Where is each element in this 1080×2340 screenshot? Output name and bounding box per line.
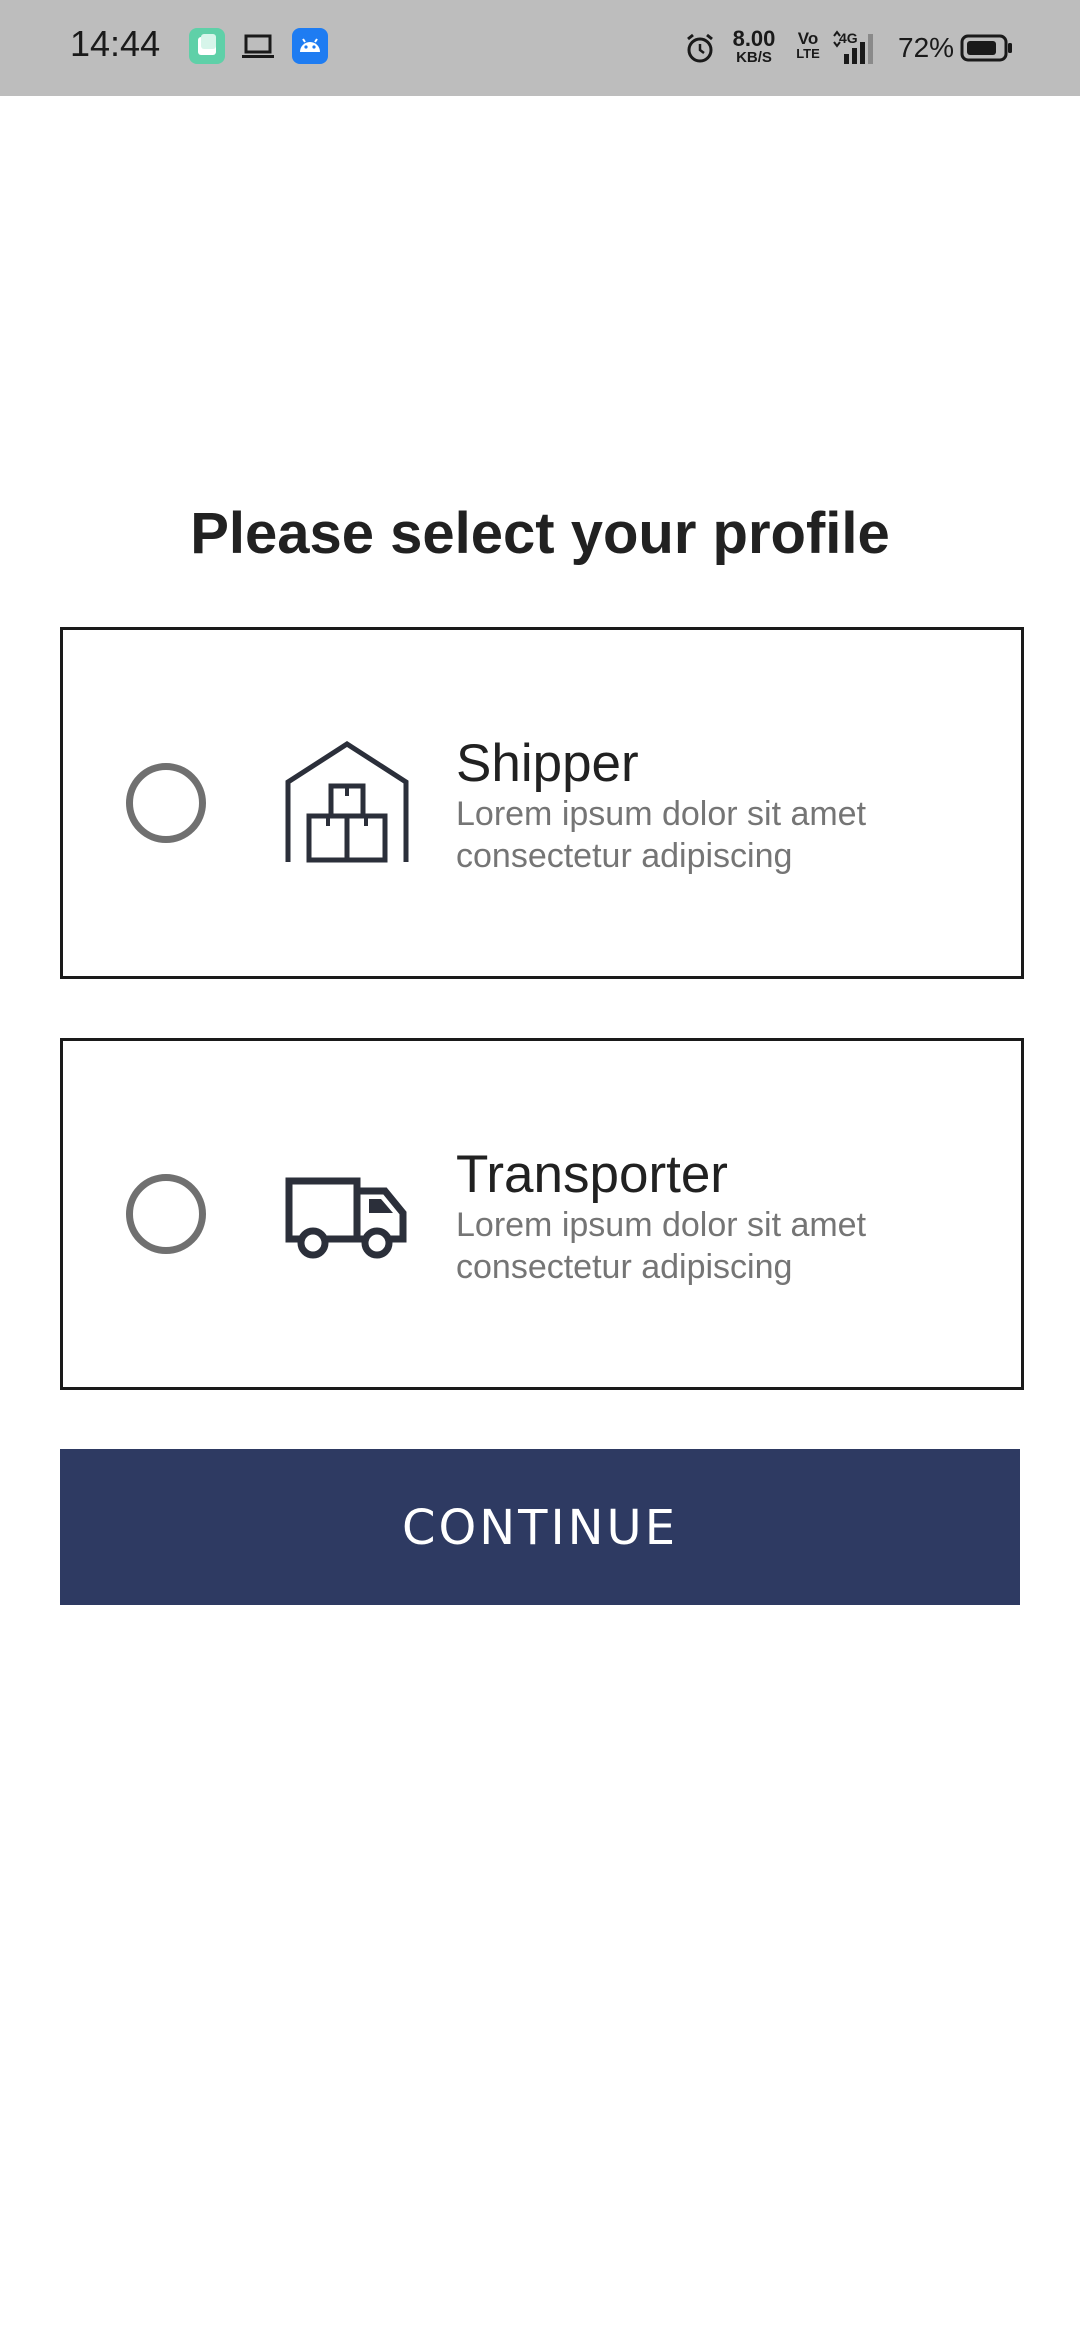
transporter-description: Lorem ipsum dolor sit amet consectetur a… [456,1206,867,1286]
shipper-title: Shipper [456,734,639,793]
shipper-radio-button[interactable] [126,763,206,843]
shipper-description: Lorem ipsum dolor sit amet consectetur a… [456,795,867,875]
volte-indicator: Vo LTE [796,30,820,60]
laptop-icon [242,34,274,58]
continue-button[interactable]: CONTINUE [60,1449,1020,1605]
volte-top: Vo [797,29,819,48]
battery-icon [960,34,1012,62]
truck-icon [285,1177,407,1259]
network-speed: 8.00 KB/S [730,26,778,66]
transporter-radio-button[interactable] [126,1174,206,1254]
battery-percent: 72% [898,32,955,63]
profile-option-transporter[interactable]: Transporter Lorem ipsum dolor sit amet c… [60,1038,1024,1390]
status-time: 14:44 [70,23,161,64]
network-speed-value: 8.00 [732,26,776,51]
status-bar: 14:44 8.00 KB/S Vo LTE 4G 72% [0,0,1080,96]
volte-bottom: LTE [796,46,820,61]
warehouse-icon [285,741,409,863]
profile-option-shipper[interactable]: Shipper Lorem ipsum dolor sit amet conse… [60,627,1024,979]
signal-strength-icon: 4G [832,30,882,66]
transporter-title: Transporter [456,1145,728,1204]
alarm-icon [687,33,713,63]
network-speed-unit: KB/S [736,49,772,66]
notes-app-icon [189,28,225,64]
android-debug-icon [292,28,328,64]
page-title: Please select your profile [190,501,890,566]
